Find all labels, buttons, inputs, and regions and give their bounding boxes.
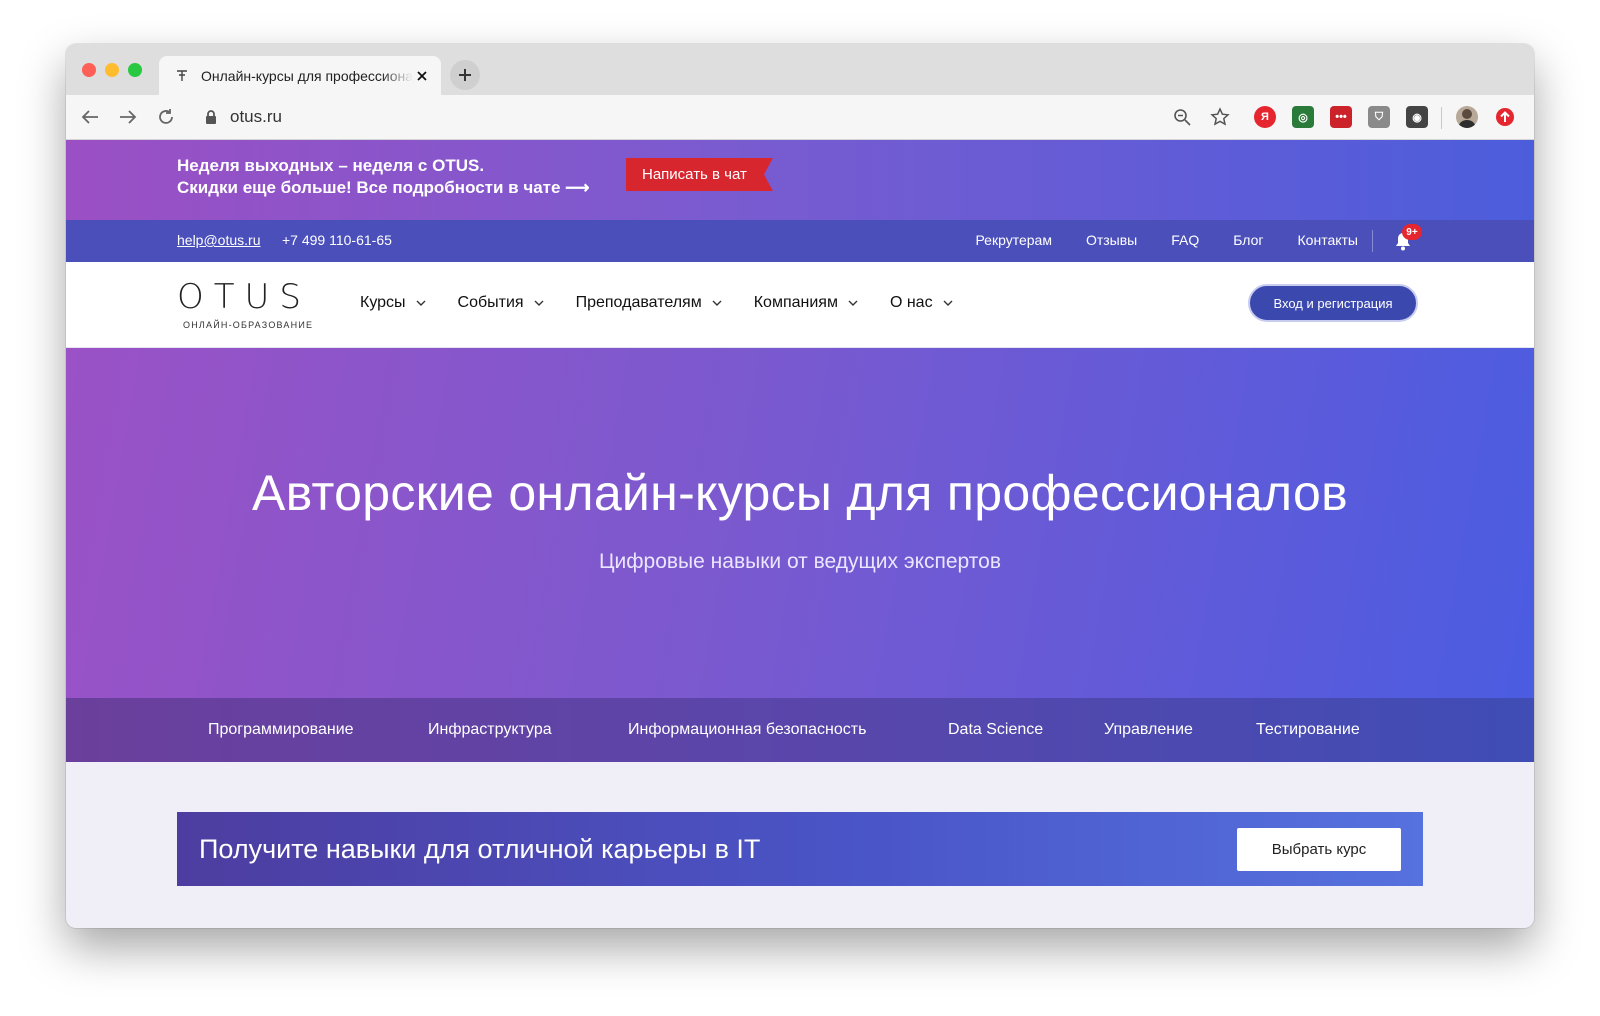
promo-text: Неделя выходных – неделя с OTUS. Скидки … — [177, 155, 590, 199]
nav-teachers-label: Преподавателям — [575, 294, 702, 311]
login-register-button[interactable]: Вход и регистрация — [1248, 284, 1418, 322]
chevron-down-icon — [416, 300, 426, 306]
tab-title: Онлайн-курсы для профессионалов — [201, 67, 413, 84]
category-testing[interactable]: Тестирование — [1256, 721, 1360, 739]
lock-icon — [206, 110, 216, 124]
profile-avatar[interactable] — [1456, 106, 1478, 128]
nav-companies[interactable]: Компаниям — [754, 294, 858, 312]
category-data-science[interactable]: Data Science — [948, 721, 1043, 739]
nav-events-label: События — [457, 294, 524, 311]
link-contacts[interactable]: Контакты — [1298, 232, 1358, 248]
nav-events[interactable]: События — [458, 294, 544, 312]
reload-button[interactable] — [154, 105, 178, 129]
close-window-button[interactable] — [82, 63, 96, 77]
lastpass-icon[interactable]: ••• — [1330, 106, 1352, 128]
nav-about[interactable]: О нас — [890, 294, 953, 312]
otus-logo[interactable]: OTUS ОНЛАЙН-ОБРАЗОВАНИЕ — [177, 278, 327, 332]
bookmark-star-icon[interactable] — [1209, 106, 1231, 128]
yandex-icon[interactable]: Я — [1254, 106, 1276, 128]
update-icon[interactable] — [1494, 106, 1516, 128]
nav-about-label: О нас — [889, 294, 933, 311]
reload-icon — [159, 109, 173, 124]
link-reviews[interactable]: Отзывы — [1086, 232, 1137, 248]
minimize-window-button[interactable] — [105, 63, 119, 77]
extension-icon[interactable]: ⛉ — [1368, 106, 1390, 128]
main-nav: Курсы События Преподавателям Компаниям О… — [360, 294, 953, 312]
forward-button[interactable] — [116, 105, 140, 129]
nav-courses[interactable]: Курсы — [360, 294, 426, 312]
phone-number[interactable]: +7 499 110-61-65 — [282, 232, 392, 248]
arrow-left-icon — [81, 110, 98, 124]
notification-badge: 9+ — [1402, 224, 1422, 240]
lightbulb-icon[interactable]: ◉ — [1406, 106, 1428, 128]
promo-line-2[interactable]: Скидки еще больше! Все подробности в чат… — [177, 177, 590, 199]
top-links: Рекрутерам Отзывы FAQ Блог Контакты — [975, 232, 1358, 248]
promo-banner: Неделя выходных – неделя с OTUS. Скидки … — [66, 140, 1534, 220]
category-programming[interactable]: Программирование — [208, 721, 354, 739]
plus-icon — [459, 69, 471, 81]
choose-course-button[interactable]: Выбрать курс — [1237, 828, 1401, 871]
hero-title: Авторские онлайн-курсы для профессионало… — [252, 465, 1348, 521]
contact-bar: help@otus.ru +7 499 110-61-65 Рекрутерам… — [66, 220, 1534, 262]
cta-text: Получите навыки для отличной карьеры в I… — [199, 834, 761, 864]
infobar-separator — [1372, 230, 1373, 252]
link-blog[interactable]: Блог — [1233, 232, 1263, 248]
career-cta-banner: Получите навыки для отличной карьеры в I… — [177, 812, 1423, 886]
browser-window: Онлайн-курсы для профессионалов otus.ru … — [66, 44, 1534, 928]
link-faq[interactable]: FAQ — [1171, 232, 1199, 248]
nav-courses-label: Курсы — [360, 294, 406, 311]
maximize-window-button[interactable] — [128, 63, 142, 77]
write-to-chat-button[interactable]: Написать в чат — [626, 158, 773, 191]
hero-section: Авторские онлайн-курсы для профессионало… — [66, 348, 1534, 698]
close-tab-icon[interactable] — [413, 67, 431, 85]
chevron-down-icon — [534, 300, 544, 306]
browser-toolbar: otus.ru Я ◎ ••• ⛉ ◉ — [66, 95, 1534, 140]
zoom-icon[interactable] — [1171, 106, 1193, 128]
logo-text: OTUS — [177, 277, 311, 317]
otus-favicon-icon — [175, 69, 189, 83]
chevron-down-icon — [848, 300, 858, 306]
grammarly-icon[interactable]: ◎ — [1292, 106, 1314, 128]
chevron-down-icon — [712, 300, 722, 306]
category-nav: Программирование Инфраструктура Информац… — [66, 698, 1534, 762]
site-header: OTUS ОНЛАЙН-ОБРАЗОВАНИЕ Курсы События Пр… — [66, 262, 1534, 348]
category-security[interactable]: Информационная безопасность — [628, 721, 866, 739]
nav-companies-label: Компаниям — [753, 294, 838, 311]
nav-teachers[interactable]: Преподавателям — [576, 294, 722, 312]
address-bar[interactable]: otus.ru — [230, 107, 282, 127]
category-infrastructure[interactable]: Инфраструктура — [428, 721, 552, 739]
arrow-right-icon — [120, 110, 137, 124]
chevron-down-icon — [943, 300, 953, 306]
new-tab-button[interactable] — [450, 60, 480, 90]
toolbar-separator — [1441, 107, 1442, 129]
back-button[interactable] — [78, 105, 102, 129]
promo-line-1: Неделя выходных – неделя с OTUS. — [177, 156, 485, 175]
browser-tab-active[interactable]: Онлайн-курсы для профессионалов — [159, 56, 441, 95]
support-email-link[interactable]: help@otus.ru — [177, 232, 260, 248]
category-management[interactable]: Управление — [1104, 721, 1193, 739]
logo-subtitle: ОНЛАЙН-ОБРАЗОВАНИЕ — [183, 320, 314, 330]
link-recruiters[interactable]: Рекрутерам — [975, 232, 1052, 248]
tab-strip: Онлайн-курсы для профессионалов — [66, 44, 1534, 95]
hero-subtitle: Цифровые навыки от ведущих экспертов — [599, 550, 1001, 573]
